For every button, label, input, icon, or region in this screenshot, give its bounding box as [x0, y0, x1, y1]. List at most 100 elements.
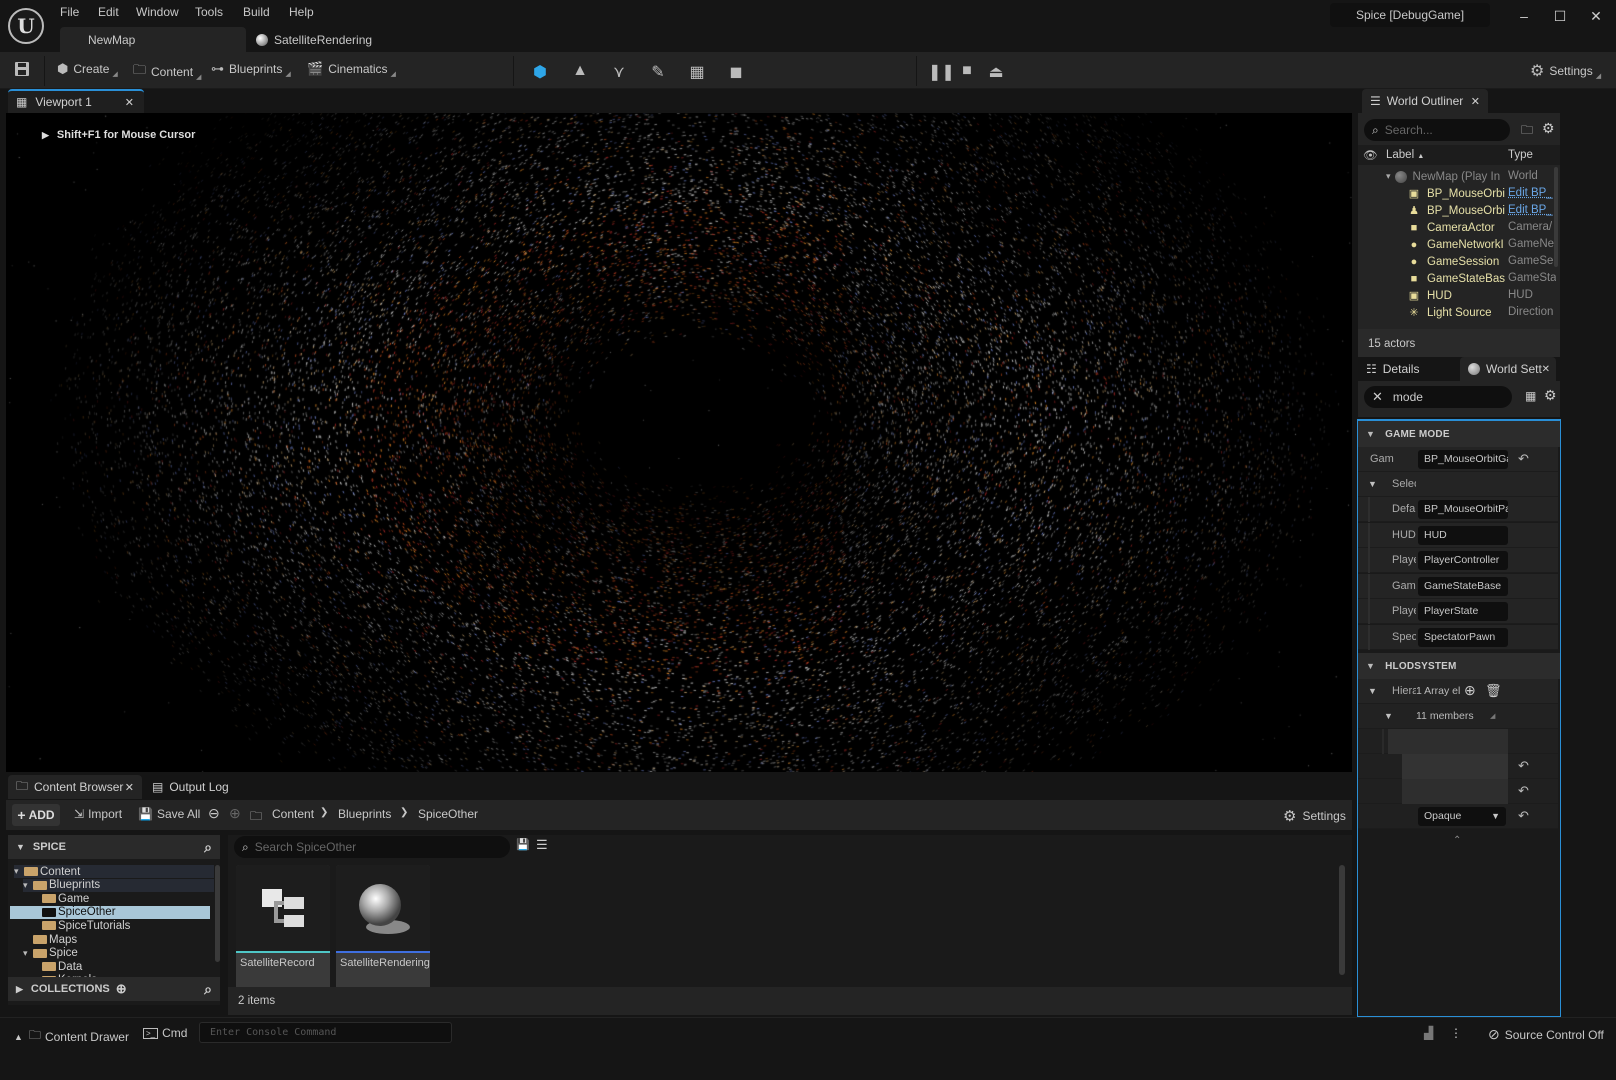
select-mode-icon[interactable]: ⬢ — [529, 62, 551, 82]
tree-header-spice[interactable]: ▼ SPICE ⌕ — [8, 835, 220, 859]
property-matrix-icon[interactable]: ▦ — [1525, 389, 1536, 403]
chevron-down-icon[interactable]: ▾ — [14, 866, 24, 877]
settings-button[interactable]: ⚙ Settings ◢ — [1530, 61, 1601, 81]
asset-scrollbar[interactable] — [1339, 865, 1345, 975]
reset-to-default-icon[interactable]: ↶ — [1518, 808, 1529, 824]
import-button[interactable]: ⇲ Import — [74, 807, 122, 821]
blend-mode-select[interactable]: Opaque ▼ — [1418, 807, 1506, 826]
breadcrumb-spiceother[interactable]: SpiceOther — [418, 807, 478, 821]
pause-button[interactable]: ❚❚ — [928, 62, 955, 82]
filter-icon[interactable]: ☰ — [536, 837, 548, 853]
folder-tree-item[interactable]: Game — [32, 892, 89, 905]
chevron-down-icon[interactable]: ▾ — [23, 880, 33, 891]
viewport-tab[interactable]: ▦ Viewport 1 ✕ — [8, 89, 144, 113]
property-class-select[interactable]: PlayerState — [1418, 602, 1508, 621]
label-column-header[interactable]: Label ▲ — [1386, 149, 1424, 161]
reset-to-default-icon[interactable]: ↶ — [1518, 758, 1529, 774]
cb-settings-button[interactable]: ⚙ Settings — [1283, 807, 1346, 825]
property-class-select[interactable]: SpectatorPawn — [1418, 627, 1508, 647]
close-window-button[interactable]: ✕ — [1585, 8, 1607, 25]
content-drawer-button[interactable]: ▲ 🗀 Content Drawer — [14, 1026, 129, 1047]
foliage-mode-icon[interactable]: ⋎ — [608, 62, 630, 82]
back-history-button[interactable]: ⊖ — [208, 805, 220, 822]
folder-tree-item[interactable]: Maps — [23, 933, 77, 946]
stop-button[interactable]: ■ — [956, 62, 978, 80]
asset-tile-satellite-rendering[interactable]: SatelliteRendering — [336, 865, 430, 993]
unreal-logo-icon[interactable]: U — [8, 8, 44, 44]
folder-tree-item[interactable]: ▾ Content — [14, 865, 214, 878]
brush-edit-mode-icon[interactable]: ◼ — [725, 62, 747, 82]
landscape-mode-icon[interactable]: ▲ — [569, 62, 591, 80]
property-group-selected-game-mode[interactable]: ▼ Selec — [1358, 472, 1558, 497]
asset-search-input[interactable]: ⌕ Search SpiceOther — [234, 836, 510, 858]
category-hlod-system[interactable]: ▼ HLODSYSTEM — [1358, 653, 1560, 679]
collections-header[interactable]: ▶ COLLECTIONS ⊕ ⌕ — [8, 977, 220, 1001]
category-game-mode[interactable]: ▼ GAME MODE — [1358, 421, 1560, 447]
save-all-button[interactable]: 💾 Save All — [138, 807, 200, 821]
menu-file[interactable]: File — [60, 5, 79, 19]
folder-tree-item[interactable]: SpiceOther — [10, 905, 210, 919]
property-class-select[interactable]: GameStateBase — [1418, 576, 1508, 596]
content-button[interactable]: 🗀 Content ◢ — [133, 61, 201, 83]
doc-tab-satellite-rendering[interactable]: SatelliteRendering — [252, 27, 372, 52]
edit-blueprint-link[interactable]: Edit BP_ — [1508, 187, 1556, 199]
world-outliner-tab[interactable]: ☰ World Outliner ✕ — [1362, 89, 1488, 113]
cmd-button[interactable]: >_ Cmd — [143, 1026, 187, 1040]
add-folder-icon[interactable]: 🗀 — [1521, 121, 1533, 142]
collapse-up-icon[interactable]: ⌃ — [1453, 835, 1461, 846]
content-browser-tab[interactable]: 🗀 Content Browser ✕ — [8, 775, 142, 799]
game-viewport[interactable]: ▶ Shift+F1 for Mouse Cursor — [6, 113, 1352, 772]
type-column-header[interactable]: Type — [1508, 149, 1533, 161]
close-tab-icon[interactable]: ✕ — [125, 781, 134, 794]
add-collection-icon[interactable]: ⊕ — [116, 981, 127, 997]
close-tab-icon[interactable]: ✕ — [1542, 364, 1550, 375]
gear-icon[interactable]: ⚙ — [1542, 120, 1555, 137]
source-control-button[interactable]: ⊘ Source Control Off — [1488, 1026, 1604, 1043]
outliner-search-input[interactable]: ⌕ Search... — [1364, 119, 1510, 141]
menu-window[interactable]: Window — [136, 5, 179, 19]
outliner-scrollbar[interactable] — [1554, 167, 1558, 267]
minimize-button[interactable]: – — [1513, 8, 1535, 24]
cinematics-button[interactable]: 🎬 Cinematics ◢ — [307, 61, 396, 78]
world-settings-tab[interactable]: World Sett ✕ — [1460, 357, 1556, 381]
fracture-mode-icon[interactable]: ▦ — [686, 62, 708, 82]
visibility-eye-icon[interactable]: 👁 — [1363, 148, 1378, 162]
add-button[interactable]: + ADD — [12, 804, 60, 826]
output-log-tab[interactable]: ▤ Output Log — [152, 775, 229, 799]
property-class-select[interactable]: HUD — [1418, 525, 1508, 545]
delete-trash-icon[interactable]: 🗑 — [1485, 683, 1502, 699]
breadcrumb-content[interactable]: Content — [272, 807, 314, 821]
details-search-input[interactable]: ✕ mode — [1364, 386, 1512, 408]
tree-scrollbar[interactable] — [215, 865, 220, 962]
more-options-icon[interactable]: ⋮ — [1450, 1026, 1462, 1040]
console-command-input[interactable]: Enter Console Command — [199, 1022, 452, 1043]
eject-button[interactable]: ⏏ — [985, 62, 1007, 82]
forward-history-button[interactable]: ⊕ — [229, 805, 241, 822]
menu-help[interactable]: Help — [289, 5, 314, 19]
menu-tools[interactable]: Tools — [195, 5, 223, 19]
close-tab-icon[interactable]: ✕ — [125, 96, 134, 109]
folder-tree-item[interactable]: ▾ Blueprints — [23, 878, 214, 892]
add-element-icon[interactable]: ⊕ — [1464, 682, 1476, 699]
folder-tree-item[interactable]: ▾ Spice — [23, 947, 78, 960]
close-tab-icon[interactable]: ✕ — [1471, 95, 1480, 108]
trace-icon[interactable]: ▟ — [1424, 1026, 1433, 1040]
create-button[interactable]: ⬢ Create ◢ — [57, 61, 118, 78]
chevron-down-icon[interactable]: ▾ — [23, 948, 33, 959]
clear-search-icon[interactable]: ✕ — [1372, 389, 1383, 405]
search-icon[interactable]: ⌕ — [204, 839, 212, 856]
edit-blueprint-link[interactable]: Edit BP_ — [1508, 204, 1556, 216]
save-search-icon[interactable]: 💾 — [516, 838, 530, 851]
menu-edit[interactable]: Edit — [98, 5, 119, 19]
breadcrumb-blueprints[interactable]: Blueprints — [338, 807, 391, 821]
folder-tree-item[interactable]: SpiceTutorials — [32, 919, 130, 932]
search-icon[interactable]: ⌕ — [204, 981, 212, 998]
property-class-select[interactable]: PlayerController — [1418, 551, 1508, 570]
game-mode-override-select[interactable]: BP_MouseOrbitGa — [1418, 450, 1508, 469]
property-class-select[interactable]: BP_MouseOrbitPa — [1418, 500, 1508, 519]
maximize-button[interactable]: ☐ — [1549, 8, 1571, 25]
gear-icon[interactable]: ⚙ — [1544, 387, 1557, 404]
blueprints-button[interactable]: ⊶ Blueprints ◢ — [211, 61, 291, 78]
reset-to-default-icon[interactable]: ↶ — [1518, 783, 1529, 799]
mesh-paint-mode-icon[interactable]: ✎ — [647, 62, 669, 82]
